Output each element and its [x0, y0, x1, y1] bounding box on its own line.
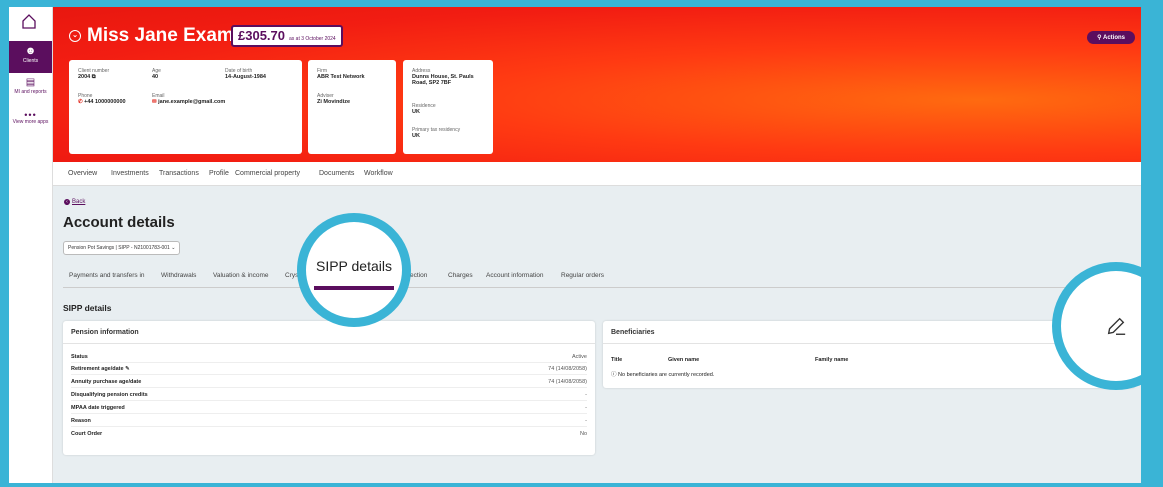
lightbulb-icon: ⚲ [1097, 35, 1102, 41]
mail-icon: ✉ [152, 99, 157, 105]
subtab-account-information[interactable]: Account information [486, 272, 543, 279]
subtab-protection[interactable]: ection [410, 272, 427, 279]
client-header: ⌄ Miss Jane Example £305.70 as at 3 Octo… [53, 7, 1141, 162]
left-nav: ☻ Clients ▤ MI and reports ••• View more… [9, 7, 53, 483]
tab-investments[interactable]: Investments [111, 170, 149, 177]
client-tabs: Overview Investments Transactions Profil… [53, 162, 1141, 186]
home-icon[interactable] [21, 13, 37, 29]
tab-workflow[interactable]: Workflow [364, 170, 393, 177]
pencil-icon[interactable] [1105, 315, 1127, 337]
chevron-down-icon: ⌄ [171, 245, 176, 251]
pension-information-panel: Pension information Status Active Retire… [63, 321, 595, 455]
pencil-icon[interactable]: ✎ [125, 366, 130, 372]
pension-row-reason: Reason - [71, 417, 587, 427]
column-title: Title [611, 357, 623, 363]
more-icon: ••• [24, 110, 37, 120]
pension-row-annuity: Annuity purchase age/date 74 (14/08/2058… [71, 378, 587, 388]
tab-overview[interactable]: Overview [68, 170, 97, 177]
pension-row-mpaa: MPAA date triggered - [71, 404, 587, 414]
subtab-payments[interactable]: Payments and transfers in [69, 272, 145, 279]
page-title: Account details [63, 214, 175, 231]
chevron-down-icon[interactable]: ⌄ [69, 30, 81, 42]
people-icon: ☻ [24, 45, 37, 57]
account-select[interactable]: Pension Pot Savings | SIPP - N21001783-0… [63, 241, 181, 255]
column-given-name: Given name [668, 357, 700, 363]
valuation-badge: £305.70 as at 3 October 2024 [231, 25, 343, 47]
sipp-tab-highlight[interactable]: SIPP details [297, 213, 411, 327]
tab-documents[interactable]: Documents [319, 170, 354, 177]
clipboard-icon: ▤ [25, 77, 36, 88]
pension-row-disqualifying: Disqualifying pension credits - [71, 391, 587, 401]
actions-button[interactable]: ⚲ Actions [1087, 31, 1135, 44]
subtab-withdrawals[interactable]: Withdrawals [161, 272, 196, 279]
pension-row-court-order: Court Order No [71, 431, 587, 437]
tab-commercial-property[interactable]: Commercial property [235, 170, 300, 177]
subtab-valuation[interactable]: Valuation & income [213, 272, 269, 279]
client-info-card: Client number 2004 ⧉ Age 40 Date of birt… [69, 60, 302, 154]
copy-icon[interactable]: ⧉ [92, 74, 96, 80]
subtabs-divider [63, 287, 1133, 288]
nav-clients[interactable]: ☻ Clients [9, 41, 52, 73]
nav-more-apps[interactable]: ••• View more apps [9, 110, 52, 126]
subtab-charges[interactable]: Charges [448, 272, 473, 279]
app-frame: ☻ Clients ▤ MI and reports ••• View more… [9, 7, 1141, 483]
info-icon: ⓘ [611, 372, 617, 378]
tab-transactions[interactable]: Transactions [159, 170, 199, 177]
pension-row-status: Status Active [71, 353, 587, 363]
section-heading: SIPP details [63, 303, 112, 313]
subtab-regular-orders[interactable]: Regular orders [561, 272, 604, 279]
firm-card: Firm ABR Test Network Adviser Zi Movindi… [308, 60, 396, 154]
address-card: Address Dunns House, St. Pauls Road, SP2… [403, 60, 493, 154]
tab-profile[interactable]: Profile [209, 170, 229, 177]
back-arrow-icon: ‹ [64, 199, 70, 205]
active-tab-underline [314, 286, 394, 290]
column-family-name: Family name [815, 357, 849, 363]
back-link[interactable]: ‹ Back [64, 199, 85, 205]
phone-icon: ✆ [78, 99, 83, 105]
empty-message: ⓘ No beneficiaries are currently recorde… [611, 372, 715, 378]
pension-row-retirement: Retirement age/date ✎ 74 (14/08/2058) [71, 365, 587, 375]
nav-mi-reports[interactable]: ▤ MI and reports [9, 77, 52, 95]
